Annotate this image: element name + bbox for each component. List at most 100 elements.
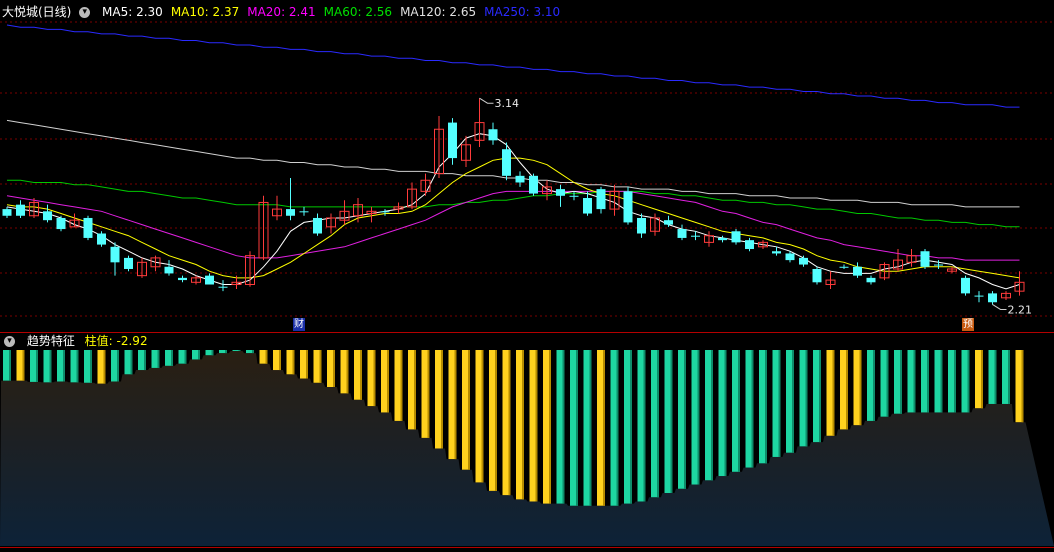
candle-body (785, 253, 795, 261)
histogram-bar-shade (576, 350, 578, 506)
histogram-bar-shade (211, 350, 214, 356)
candle-body (772, 251, 781, 254)
histogram-bar-shade (724, 350, 727, 477)
candle-body (556, 189, 565, 196)
ma250-line (6, 24, 1020, 108)
candle-body (691, 235, 700, 237)
histogram-bar-shade (306, 350, 308, 379)
candle-body (961, 277, 970, 294)
candle-body (988, 293, 997, 303)
candle-body (529, 175, 538, 194)
candlestick-chart[interactable]: 3.14 2.21 (0, 0, 1054, 332)
ma10-line (6, 157, 1020, 279)
candle-body (218, 286, 228, 288)
candle-body (286, 209, 295, 216)
histogram-bar-shade (603, 350, 605, 506)
histogram-bar-shade (751, 350, 754, 468)
candle-body (812, 268, 822, 283)
histogram-bar-shade (913, 350, 916, 413)
low-price-label: 2.21 (1008, 303, 1033, 316)
histogram-bar-shade (441, 350, 443, 449)
histogram-bar-shade (508, 350, 511, 496)
histogram-bar-shade (589, 350, 592, 506)
histogram-bar-shade (940, 350, 943, 413)
histogram-bar-shade (981, 350, 983, 409)
histogram-bar-shade (711, 350, 713, 481)
histogram-bar-shade (859, 350, 862, 426)
candle-body (934, 264, 943, 266)
candle-body (745, 240, 754, 250)
histogram-bar-shade (117, 350, 119, 382)
histogram-value: 柱值: -2.92 (84, 334, 148, 348)
histogram-bar-shade (468, 350, 470, 470)
candle-body (664, 220, 673, 225)
histogram-bar-shade (76, 350, 79, 383)
candle-body (637, 217, 646, 234)
histogram-bar-shade (373, 350, 376, 407)
histogram-bar-shade (495, 350, 497, 491)
financial-report-badge[interactable]: 财 (293, 318, 305, 331)
histogram-bar-shade (778, 350, 781, 457)
histogram-bar-shade (886, 350, 889, 417)
candle-body (164, 266, 174, 274)
histogram-bar-shade (481, 350, 484, 483)
histogram-bar-shade (1008, 350, 1010, 404)
histogram-bar-shade (819, 350, 821, 443)
histogram-bar-shade (333, 350, 335, 387)
histogram-bar-shade (805, 350, 808, 447)
stock-chart-window: 大悦城(日线) ▾ MA5: 2.30 MA10: 2.37 MA20: 2.41 M… (0, 0, 1054, 552)
candle-body (853, 266, 862, 276)
sub-indicator-menu-icon[interactable]: ▾ (4, 336, 15, 347)
histogram-bar-shade (954, 350, 956, 413)
histogram-bar-shade (454, 350, 457, 460)
ma60-line (7, 179, 1020, 228)
histogram-bar-shade (535, 350, 538, 502)
histogram-bar-shade (562, 350, 565, 504)
panel-divider[interactable] (0, 332, 1054, 333)
high-marker-line (479, 97, 494, 104)
candle-body (623, 191, 633, 223)
candle-body (920, 251, 930, 267)
histogram-bar-shade (616, 350, 619, 506)
histogram-bar-shade (846, 350, 848, 430)
histogram-bar-shade (238, 350, 241, 351)
candle-body (731, 231, 741, 243)
histogram-bar-shade (9, 350, 11, 381)
histogram-bar-shade (387, 350, 389, 413)
histogram-bar-shade (792, 350, 794, 453)
histogram-bar-shade (994, 350, 997, 404)
histogram-bar-shade (265, 350, 268, 364)
bottom-divider (0, 547, 1054, 548)
ma5-line (6, 133, 1020, 290)
histogram-bar-shade (549, 350, 551, 504)
candle-body (83, 217, 93, 238)
histogram-bar-shade (36, 350, 38, 382)
sub-chart-header: ▾ 趋势特征 柱值: -2.92 (2, 332, 156, 350)
histogram-bar-shade (184, 350, 187, 364)
histogram-bar-shade (657, 350, 659, 498)
candle-body (839, 266, 849, 268)
histogram-bar-shade (279, 350, 281, 371)
candle-body (16, 204, 25, 216)
histogram-bar-shade (630, 350, 632, 504)
sub-indicator-title[interactable]: 趋势特征 (27, 334, 75, 348)
histogram-bar-shade (144, 350, 146, 371)
candle-body (313, 217, 322, 234)
candle-body (2, 209, 12, 216)
candle-body (124, 257, 133, 269)
forecast-badge[interactable]: 预 (962, 318, 974, 331)
candle-body (799, 257, 808, 265)
histogram-bar-shade (400, 350, 403, 421)
trend-histogram[interactable] (0, 350, 1054, 552)
candle-body (205, 275, 214, 285)
histogram-bar-shade (670, 350, 673, 493)
candle-body (110, 246, 120, 263)
candle-body (583, 198, 592, 214)
histogram-bar-shade (225, 350, 227, 354)
histogram-bar-shade (63, 350, 65, 382)
candle-body (502, 149, 511, 176)
histogram-bar-shade (49, 350, 52, 383)
histogram-bar-shade (522, 350, 524, 500)
low-marker-line (992, 304, 1007, 310)
candle-body (488, 129, 498, 141)
